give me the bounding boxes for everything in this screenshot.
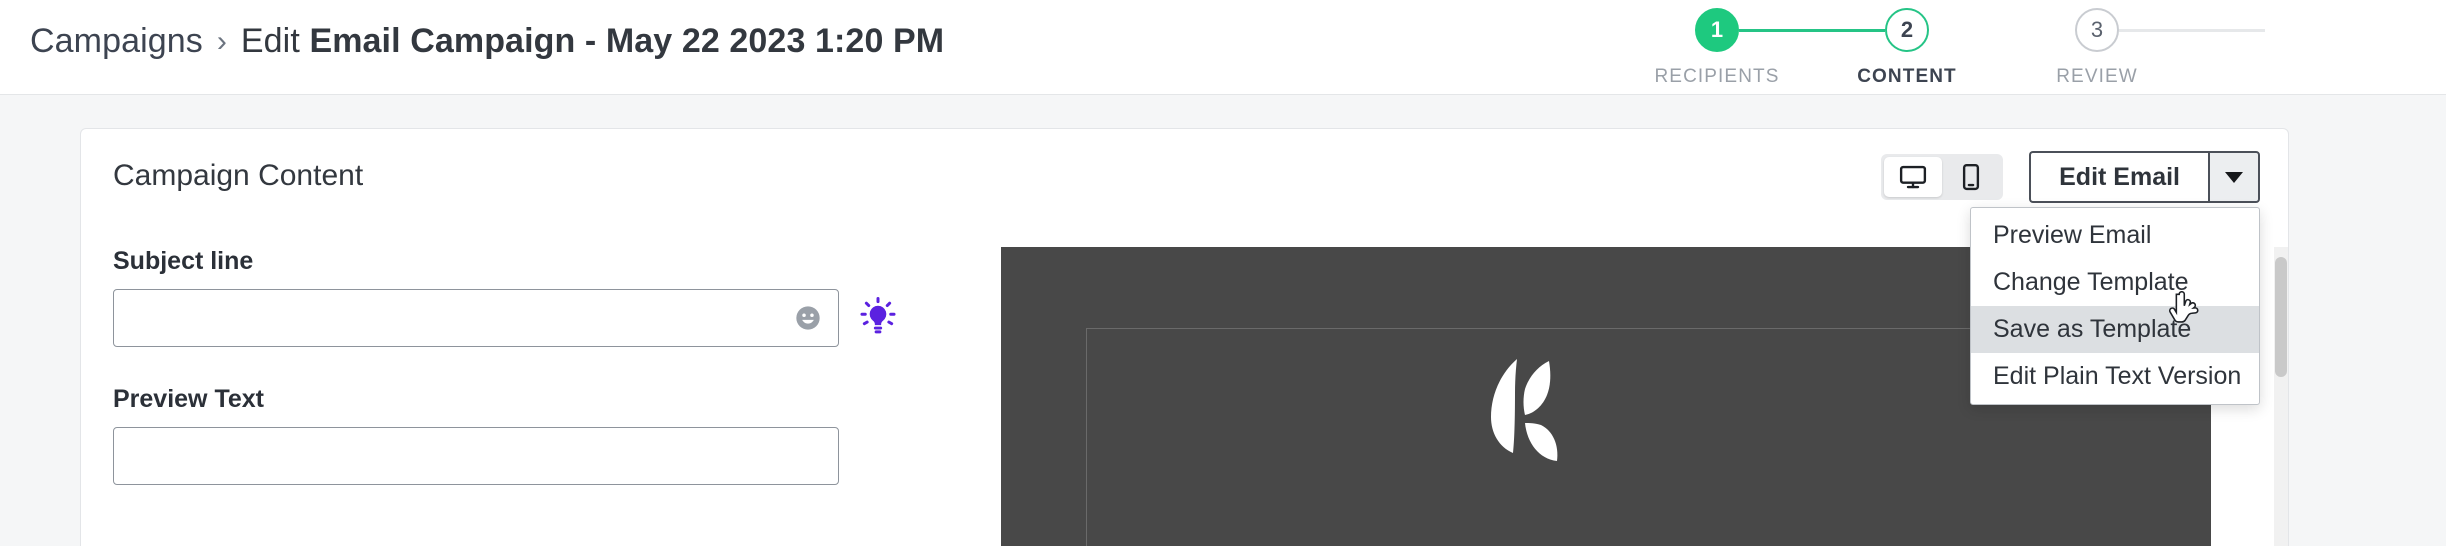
desktop-preview-button[interactable] [1884, 157, 1943, 197]
subject-line-input-wrapper[interactable] [113, 289, 839, 347]
edit-email-split-button: Edit Email [2029, 151, 2260, 203]
breadcrumb-separator-icon: › [216, 25, 227, 58]
edit-email-dropdown-menu: Preview Email Change Template Save as Te… [1970, 207, 2260, 405]
card-header: Campaign Content Edit Email Preview Emai… [81, 129, 2288, 405]
stepper-labels: RECIPIENTS CONTENT REVIEW [1654, 66, 2425, 92]
page-title: Edit Email Campaign - May 22 2023 1:20 P… [241, 22, 944, 61]
breadcrumb: Campaigns › Edit Email Campaign - May 22… [0, 0, 944, 61]
mobile-preview-button[interactable] [1942, 157, 2000, 197]
preview-scrollbar-thumb[interactable] [2275, 257, 2287, 377]
subject-line-row [113, 289, 933, 347]
stepper-node-3-number: 3 [2090, 17, 2104, 42]
desktop-icon [1898, 162, 1928, 192]
preview-text-label: Preview Text [113, 385, 265, 413]
stepper-node-review[interactable]: 3 [2075, 8, 2119, 52]
stepper-track: 1 2 3 [1695, 8, 2425, 52]
subject-line-input[interactable] [114, 290, 838, 346]
breadcrumb-campaigns-link[interactable]: Campaigns [30, 22, 203, 61]
subject-line-label: Subject line [113, 247, 254, 275]
page-title-prefix: Edit [240, 22, 310, 60]
card-title: Campaign Content [113, 159, 364, 192]
stepper-label-review[interactable]: REVIEW [2056, 66, 2138, 88]
stepper-label-content[interactable]: CONTENT [1857, 66, 1957, 88]
content-toolbar: Edit Email [1881, 151, 2260, 203]
emoji-smiley-icon[interactable] [794, 304, 822, 332]
edit-email-button[interactable]: Edit Email [2029, 151, 2208, 203]
page-title-name: Email Campaign - May 22 2023 1:20 PM [309, 22, 945, 60]
preview-scrollbar-track[interactable] [2274, 247, 2288, 546]
chevron-down-icon [2225, 171, 2243, 183]
lightbulb-icon[interactable] [859, 296, 897, 340]
preview-text-input[interactable] [114, 428, 838, 484]
campaign-content-card: Campaign Content Edit Email Preview Emai… [80, 128, 2289, 546]
menu-item-change-template[interactable]: Change Template [1971, 259, 2259, 306]
stepper-connector-1 [1739, 29, 1885, 32]
preview-text-field: Preview Text [113, 385, 933, 485]
stepper-node-content[interactable]: 2 [1885, 8, 1929, 52]
device-preview-toggle [1881, 154, 2004, 200]
main-canvas: Campaign Content Edit Email Preview Emai… [0, 95, 2446, 546]
top-bar: Campaigns › Edit Email Campaign - May 22… [0, 0, 2446, 95]
stepper-connector-2 [2119, 29, 2265, 32]
campaign-form: Subject line Preview Text [113, 247, 933, 485]
form-spacer [113, 347, 933, 385]
subject-line-field: Subject line [113, 247, 933, 347]
stepper-node-recipients[interactable]: 1 [1695, 8, 1739, 52]
leaf-logo [1477, 355, 1573, 475]
stepper-label-recipients[interactable]: RECIPIENTS [1654, 66, 1779, 88]
edit-email-dropdown-toggle[interactable] [2208, 151, 2260, 203]
menu-item-edit-plain-text-version[interactable]: Edit Plain Text Version [1971, 353, 2259, 400]
preview-text-input-wrapper[interactable] [113, 427, 839, 485]
mobile-icon [1956, 162, 1986, 192]
stepper-node-2-number: 2 [1900, 17, 1914, 42]
menu-item-save-as-template[interactable]: Save as Template [1971, 306, 2259, 353]
wizard-stepper: 1 2 3 RECIPIENTS CONTENT REVIEW [1654, 8, 2425, 94]
menu-item-preview-email[interactable]: Preview Email [1971, 212, 2259, 259]
stepper-node-1-number: 1 [1710, 17, 1724, 42]
